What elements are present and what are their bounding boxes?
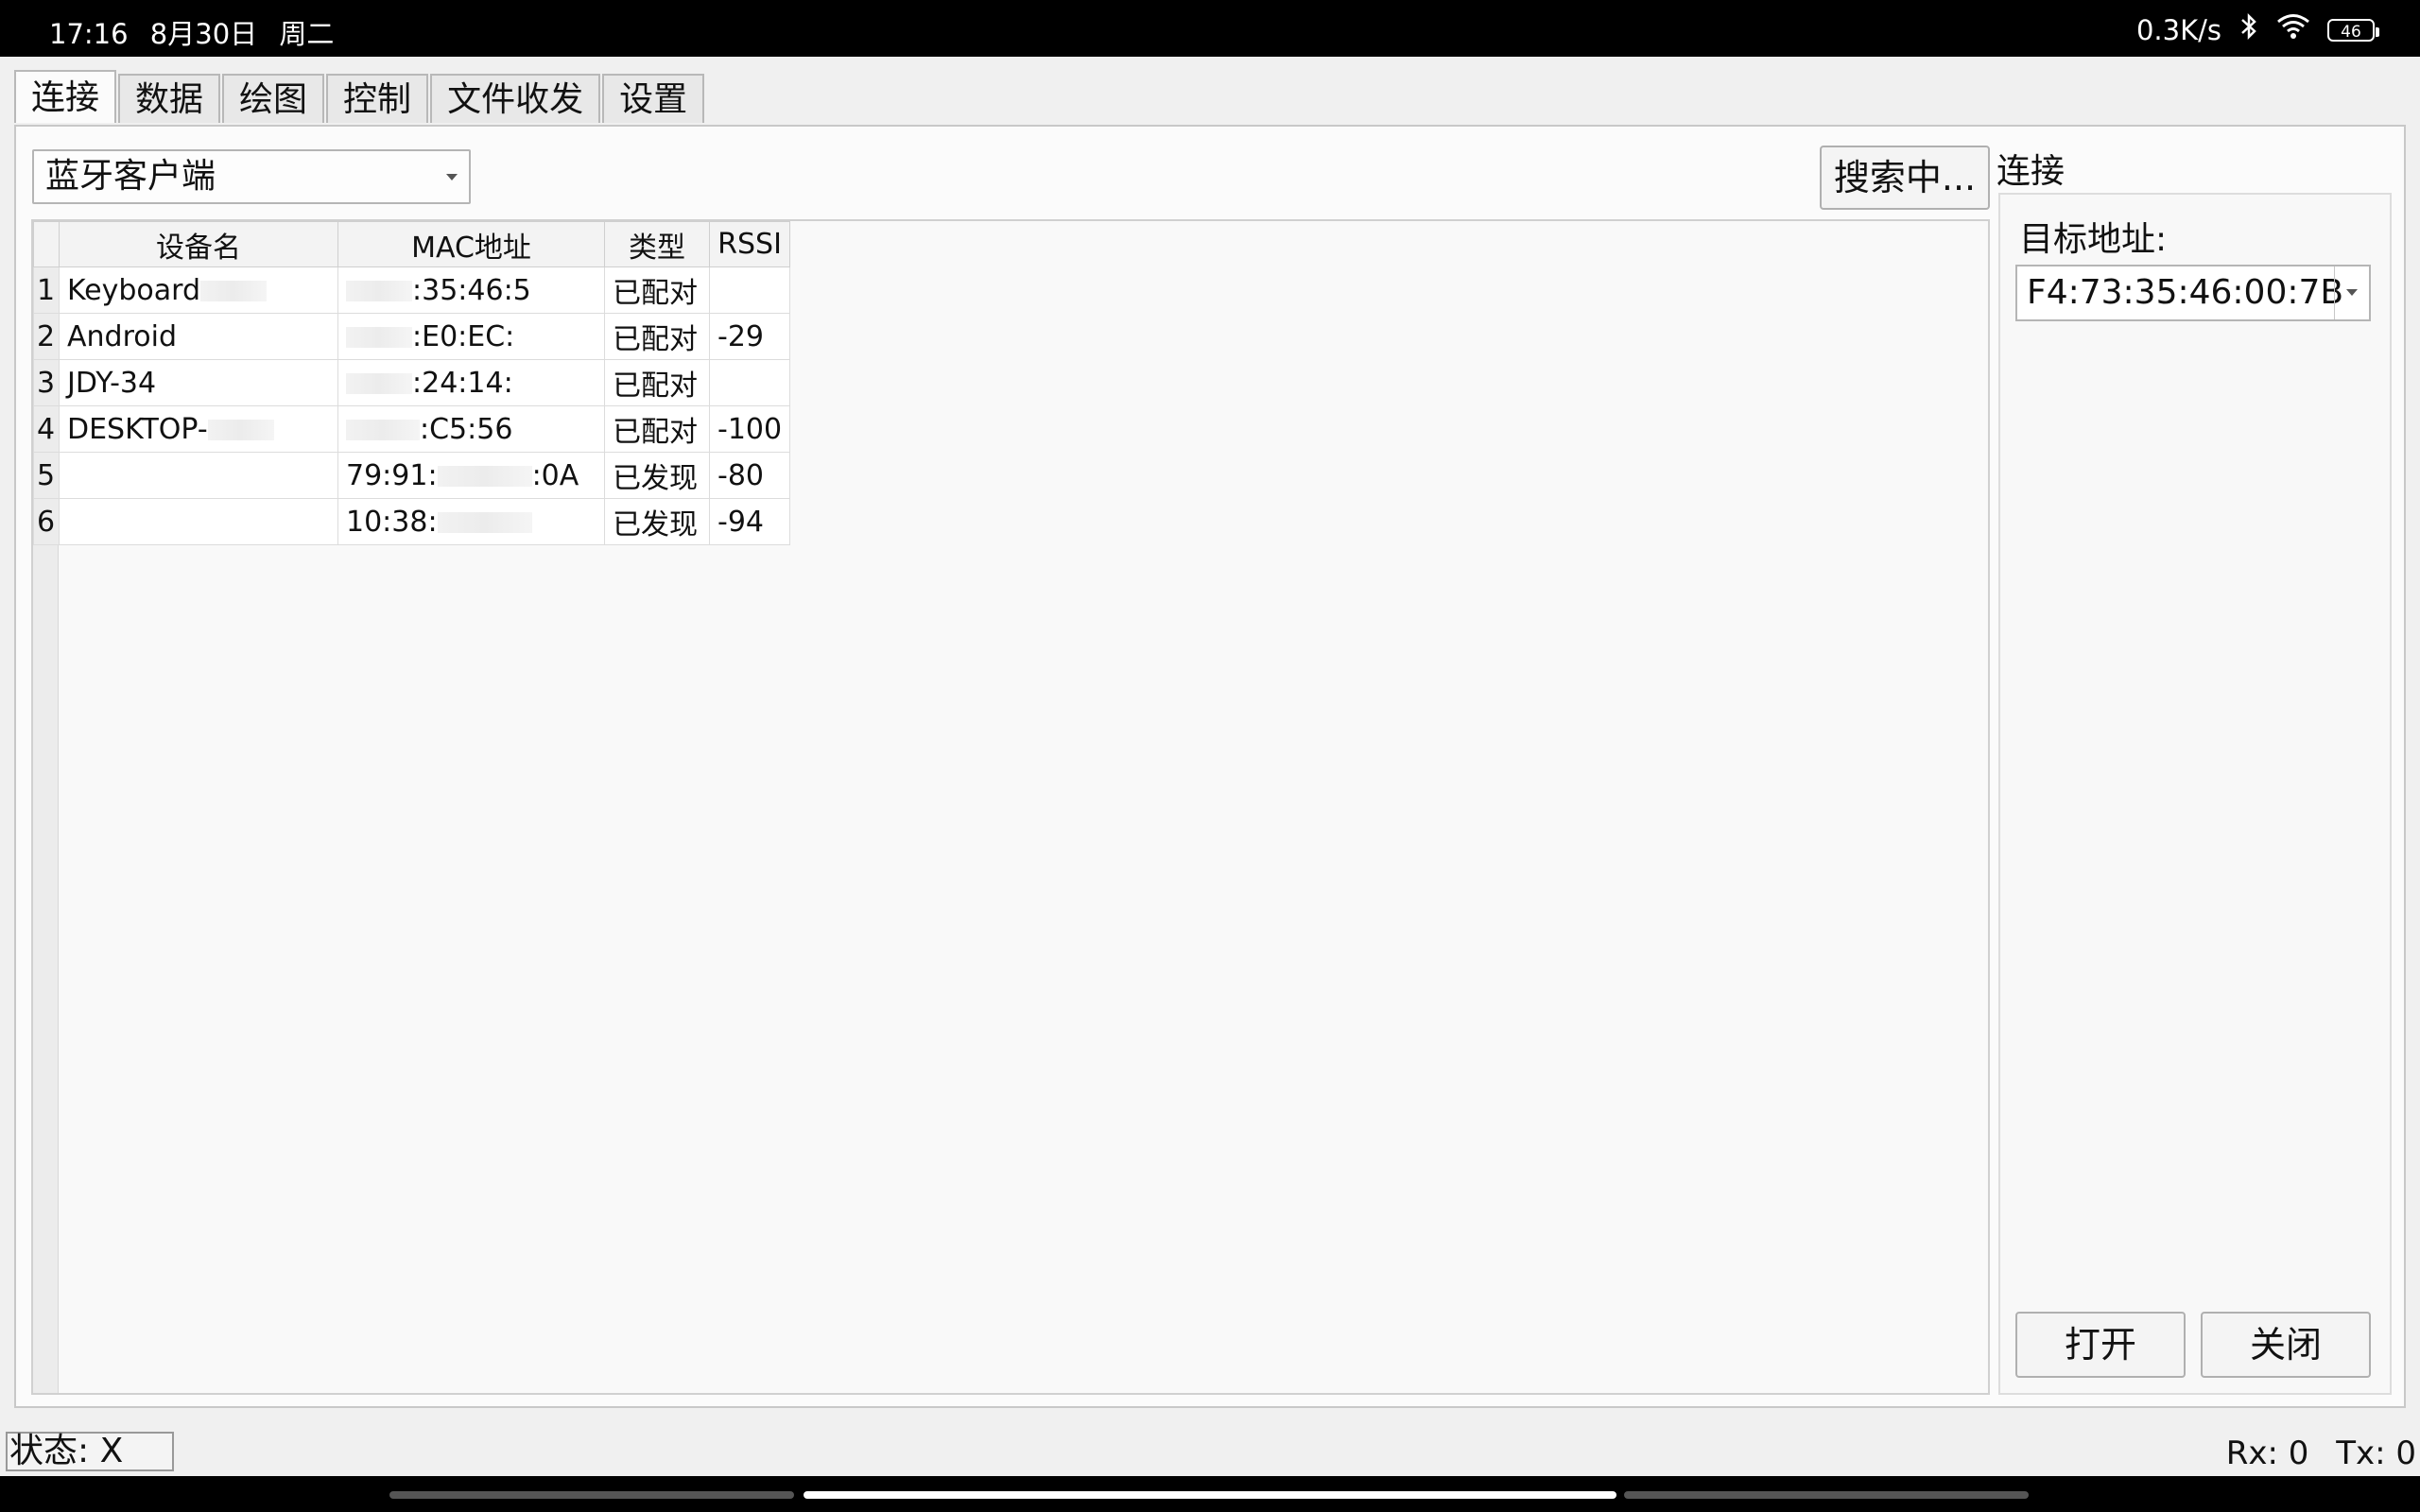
redacted-region bbox=[346, 281, 412, 301]
tab-bar: 连接 数据 绘图 控制 文件收发 设置 bbox=[14, 70, 706, 125]
tab-settings[interactable]: 设置 bbox=[602, 74, 705, 123]
tab-plot[interactable]: 绘图 bbox=[222, 74, 325, 123]
system-nav-bar bbox=[0, 1476, 2420, 1512]
table-row[interactable]: 5 79:91::0A 已发现 -80 bbox=[33, 452, 791, 499]
target-address-label: 目标地址: bbox=[2019, 220, 2168, 259]
weekday: 周二 bbox=[279, 18, 335, 50]
redacted-region bbox=[437, 466, 532, 487]
rssi-cell: -100 bbox=[708, 405, 791, 453]
status-indicator: 状态: X bbox=[6, 1432, 174, 1471]
device-name-cell: DESKTOP- bbox=[59, 405, 338, 453]
rssi-cell bbox=[708, 359, 791, 406]
rssi-cell bbox=[708, 266, 791, 314]
open-button[interactable]: 打开 bbox=[2015, 1312, 2186, 1378]
rssi-cell: -94 bbox=[708, 498, 791, 545]
mac-cell: :35:46:5 bbox=[337, 266, 605, 314]
tab-connect[interactable]: 连接 bbox=[14, 70, 117, 123]
row-number: 3 bbox=[33, 359, 60, 406]
mac-cell: :E0:EC: bbox=[337, 313, 605, 360]
column-header-type[interactable]: 类型 bbox=[604, 221, 710, 267]
row-number: 4 bbox=[33, 405, 60, 453]
redacted-region bbox=[346, 420, 420, 440]
device-name-cell: Keyboard bbox=[59, 266, 338, 314]
connect-group-title: 连接 bbox=[1996, 152, 2066, 191]
table-row[interactable]: 1 Keyboard :35:46:5 已配对 bbox=[33, 266, 791, 314]
column-header-rssi[interactable]: RSSI bbox=[708, 221, 791, 267]
nav-segment-left[interactable] bbox=[389, 1491, 794, 1499]
row-number: 1 bbox=[33, 266, 60, 314]
type-cell: 已发现 bbox=[604, 452, 710, 499]
row-number: 2 bbox=[33, 313, 60, 360]
home-gesture-bar[interactable] bbox=[804, 1491, 1616, 1499]
mac-cell: :C5:56 bbox=[337, 405, 605, 453]
device-name-cell bbox=[59, 452, 338, 499]
chevron-down-icon bbox=[446, 174, 458, 180]
bluetooth-icon bbox=[2238, 12, 2259, 47]
type-cell: 已配对 bbox=[604, 405, 710, 453]
redacted-region bbox=[200, 281, 268, 301]
redacted-region bbox=[346, 327, 412, 348]
rssi-cell: -80 bbox=[708, 452, 791, 499]
redacted-region bbox=[346, 373, 412, 394]
tab-data[interactable]: 数据 bbox=[118, 74, 221, 123]
device-name-cell bbox=[59, 498, 338, 545]
mac-cell: 10:38: bbox=[337, 498, 605, 545]
device-table[interactable]: 设备名 MAC地址 类型 RSSI 1 Keyboard :35:46:5 已配… bbox=[31, 219, 1990, 1395]
table-row[interactable]: 4 DESKTOP- :C5:56 已配对 -100 bbox=[33, 405, 791, 453]
type-cell: 已配对 bbox=[604, 313, 710, 360]
search-button[interactable]: 搜索中... bbox=[1820, 146, 1990, 210]
table-row[interactable]: 2 Android :E0:EC: 已配对 -29 bbox=[33, 313, 791, 360]
wifi-icon bbox=[2276, 13, 2310, 46]
tab-control[interactable]: 控制 bbox=[326, 74, 429, 123]
device-name-cell: JDY-34 bbox=[59, 359, 338, 406]
table-row[interactable]: 3 JDY-34 :24:14: 已配对 bbox=[33, 359, 791, 406]
redacted-region bbox=[437, 512, 532, 533]
date: 8月30日 bbox=[149, 18, 258, 50]
type-cell: 已配对 bbox=[604, 359, 710, 406]
clock: 17:16 bbox=[49, 18, 129, 50]
mac-cell: :24:14: bbox=[337, 359, 605, 406]
target-address-value: F4:73:35:46:00:7B bbox=[2027, 273, 2344, 312]
tx-count: Tx: 0 bbox=[2336, 1435, 2416, 1472]
device-table-grid: 设备名 MAC地址 类型 RSSI 1 Keyboard :35:46:5 已配… bbox=[33, 221, 791, 545]
column-header-device-name[interactable]: 设备名 bbox=[59, 221, 338, 267]
system-status-bar: 17:16 8月30日 周二 0.3K/s 46 bbox=[0, 0, 2420, 57]
type-cell: 已发现 bbox=[604, 498, 710, 545]
rssi-cell: -29 bbox=[708, 313, 791, 360]
type-cell: 已配对 bbox=[604, 266, 710, 314]
rx-count: Rx: 0 bbox=[2225, 1435, 2309, 1472]
combo-divider bbox=[2334, 266, 2335, 319]
table-row[interactable]: 6 10:38: 已发现 -94 bbox=[33, 498, 791, 545]
row-number: 5 bbox=[33, 452, 60, 499]
connect-groupbox: 目标地址: F4:73:35:46:00:7B 打开 关闭 bbox=[1998, 193, 2392, 1395]
mac-cell: 79:91::0A bbox=[337, 452, 605, 499]
tab-file-transfer[interactable]: 文件收发 bbox=[430, 74, 601, 123]
row-number: 6 bbox=[33, 498, 60, 545]
mode-select-value: 蓝牙客户端 bbox=[45, 157, 216, 196]
column-header-mac[interactable]: MAC地址 bbox=[337, 221, 605, 267]
close-button[interactable]: 关闭 bbox=[2201, 1312, 2371, 1378]
target-address-select[interactable]: F4:73:35:46:00:7B bbox=[2015, 265, 2371, 321]
rx-tx-counter: Rx: 0 Tx: 0 bbox=[2209, 1435, 2416, 1472]
redacted-region bbox=[207, 420, 274, 440]
device-name-cell: Android bbox=[59, 313, 338, 360]
net-speed: 0.3K/s bbox=[2135, 13, 2221, 46]
battery-icon: 46 bbox=[2327, 18, 2379, 42]
mode-select[interactable]: 蓝牙客户端 bbox=[32, 149, 471, 204]
nav-segment-right[interactable] bbox=[1624, 1491, 2029, 1499]
corner-cell bbox=[33, 221, 60, 267]
chevron-down-icon bbox=[2346, 289, 2358, 296]
